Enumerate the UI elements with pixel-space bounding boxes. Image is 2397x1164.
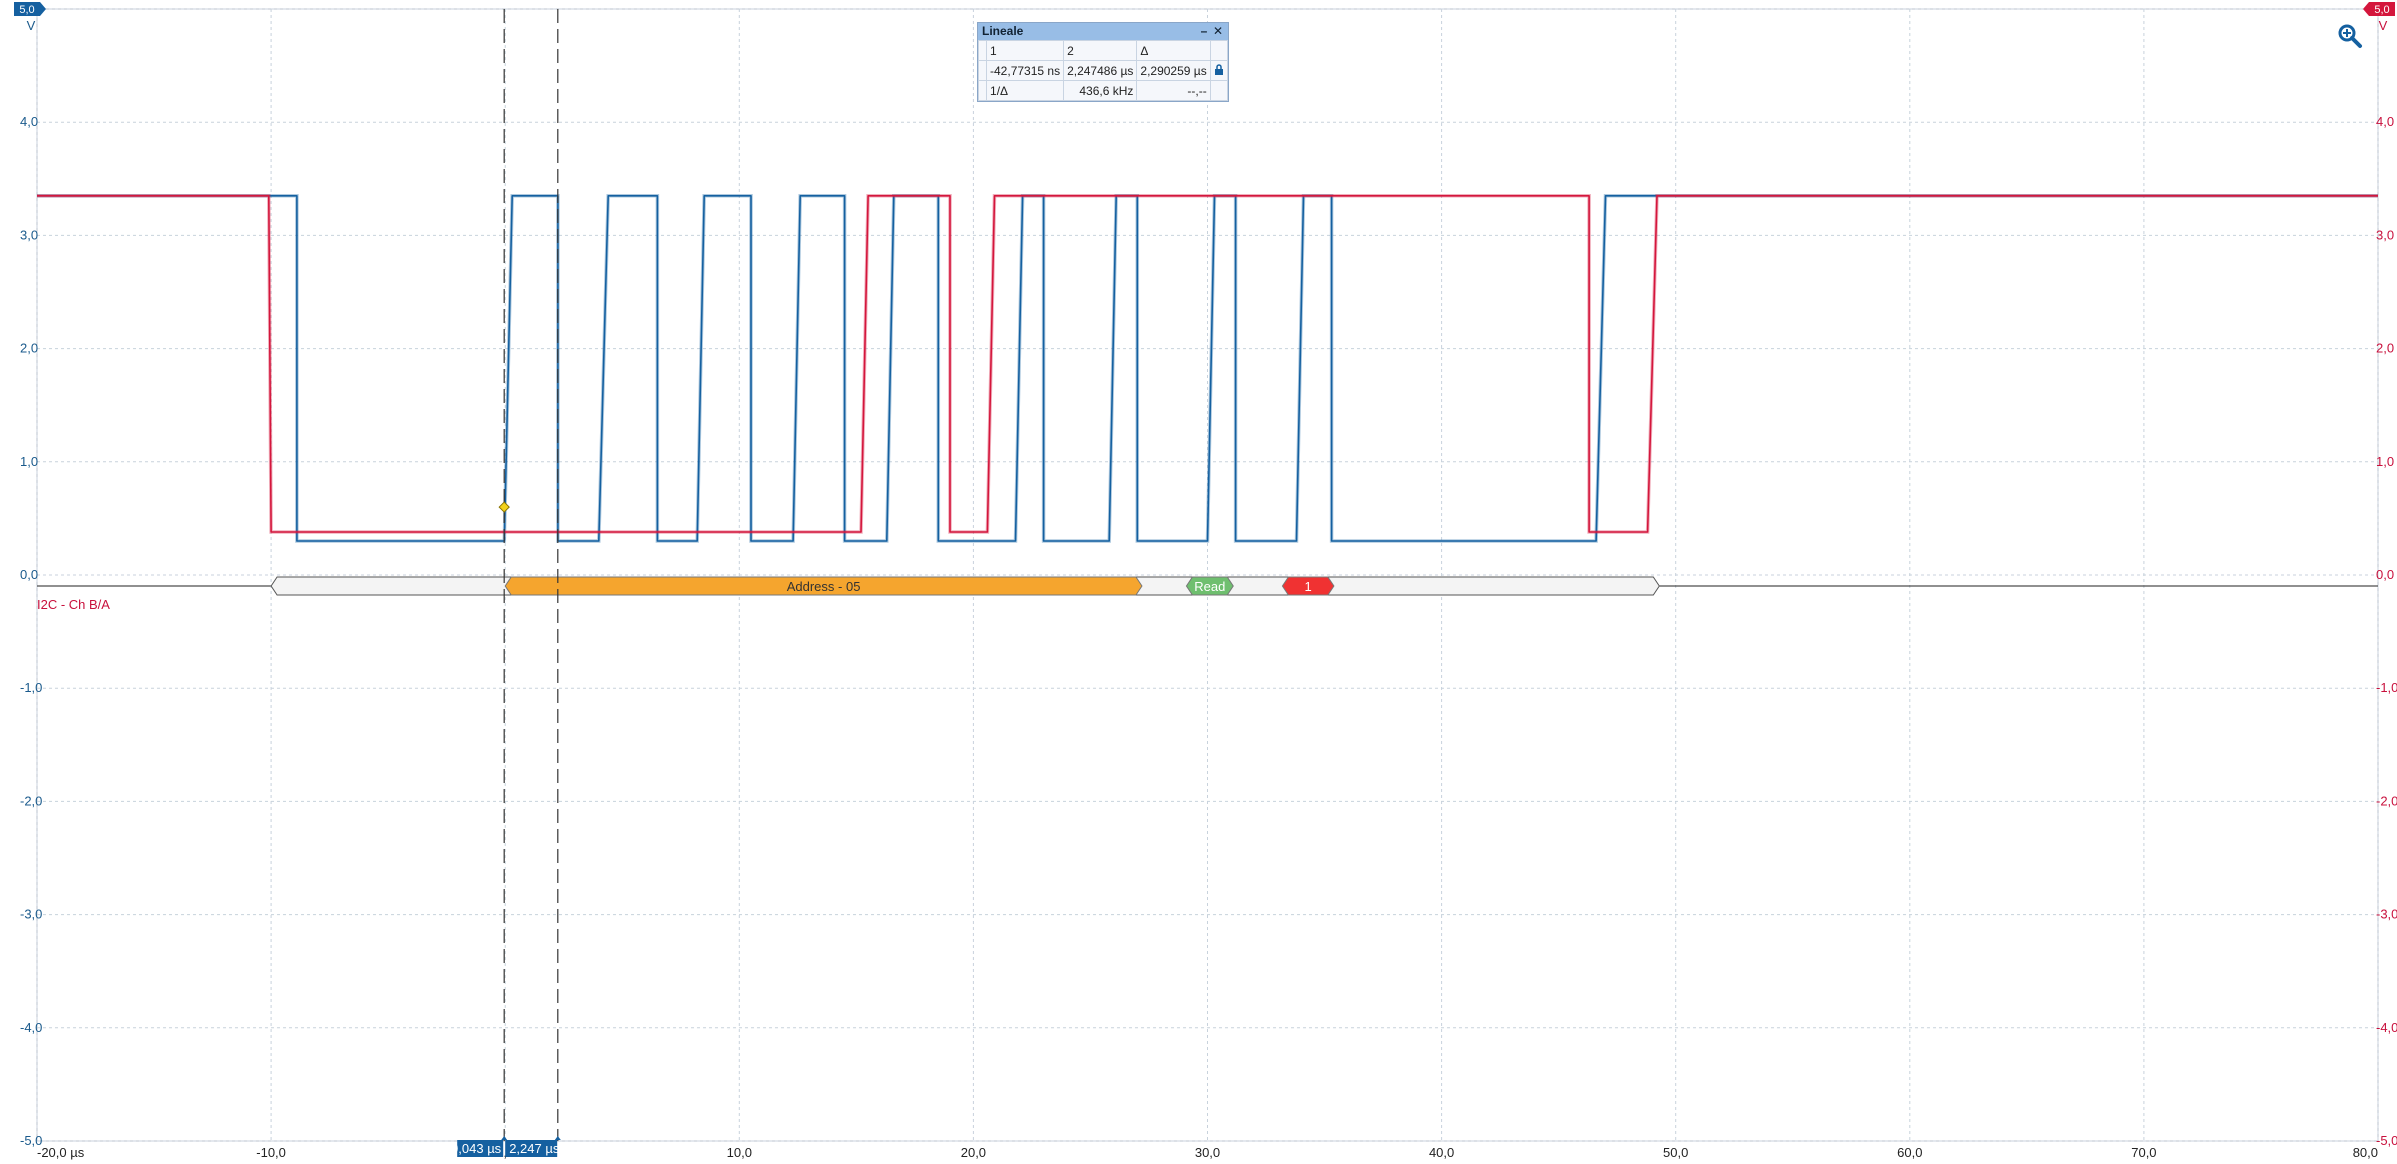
zoom-in-icon[interactable] xyxy=(2338,24,2362,48)
ruler-header-row: 1 2 Δ xyxy=(977,40,1229,61)
left-unit-label: V xyxy=(27,18,36,33)
right-unit-label: V xyxy=(2379,18,2388,33)
grid xyxy=(36,8,2379,1142)
y-tick-label-left: 2,0 xyxy=(20,341,38,356)
y-tick-label-right: 4,0 xyxy=(2376,114,2394,129)
ruler-time-row: -42,77315 ns 2,247486 µs 2,290259 µs xyxy=(977,60,1229,81)
ruler-col-delta: Δ xyxy=(1136,40,1211,61)
cursor-1-marker xyxy=(501,1136,508,1140)
ruler-freq-delta: --,-- xyxy=(1136,80,1211,101)
y-tick-label-right: 3,0 xyxy=(2376,227,2394,242)
ruler-value-2: 2,247486 µs xyxy=(1063,60,1138,81)
y-tick-label-right: 2,0 xyxy=(2376,341,2394,356)
ruler-panel[interactable]: Lineale – ✕ 1 2 Δ -42,77315 ns 2,247486 … xyxy=(977,22,1229,102)
y-tick-label-left: -4,0 xyxy=(20,1020,42,1035)
y-tick-label-right: 0,0 xyxy=(2376,567,2394,582)
ruler-col-2: 2 xyxy=(1063,40,1138,61)
ruler-value-delta: 2,290259 µs xyxy=(1136,60,1211,81)
y-tick-label-left: -3,0 xyxy=(20,907,42,922)
trigger-marker[interactable] xyxy=(498,501,510,513)
cursor-2-marker xyxy=(554,1136,561,1140)
y-tick-label-right: -1,0 xyxy=(2376,680,2397,695)
ruler-cell-empty xyxy=(977,40,988,61)
cursor-1-label: -0,043 µs xyxy=(447,1141,502,1156)
x-tick-label: 40,0 xyxy=(1429,1145,1454,1160)
y-tick-label-left: 3,0 xyxy=(20,227,38,242)
minimize-button[interactable]: – xyxy=(1198,23,1210,40)
x-tick-label: 50,0 xyxy=(1663,1145,1688,1160)
ruler-table: 1 2 Δ -42,77315 ns 2,247486 µs 2,290259 … xyxy=(977,40,1229,101)
ruler-col-1: 1 xyxy=(986,40,1065,61)
traces xyxy=(37,194,2378,543)
y-tick-label-right: -5,0 xyxy=(2376,1133,2397,1148)
axes: -20,0 µs-10,00,010,020,030,040,050,060,0… xyxy=(20,114,2397,1160)
decoder-packet-label: Address - 05 xyxy=(787,579,861,594)
ruler-cell-empty xyxy=(977,80,988,101)
x-tick-label: -10,0 xyxy=(256,1145,286,1160)
x-tick-label: 70,0 xyxy=(2131,1145,2156,1160)
y-tick-label-right: -4,0 xyxy=(2376,1020,2397,1035)
right-scale-badge[interactable]: 5,0 xyxy=(2363,2,2395,16)
y-tick-label-right: -3,0 xyxy=(2376,907,2397,922)
svg-text:5,0: 5,0 xyxy=(2374,4,2389,16)
x-tick-label: 30,0 xyxy=(1195,1145,1220,1160)
ruler-cell-empty xyxy=(1209,80,1229,101)
x-tick-label: 80,0 xyxy=(2353,1145,2378,1160)
scope-display[interactable]: -20,0 µs-10,00,010,020,030,040,050,060,0… xyxy=(0,0,2397,1164)
ruler-freq-label: 1/Δ xyxy=(986,80,1065,101)
decoder-packet-label: Read xyxy=(1194,579,1225,594)
y-tick-label-left: 1,0 xyxy=(20,454,38,469)
ruler-cell-empty xyxy=(1209,40,1229,61)
decoder-channel-label: I2C - Ch B/A xyxy=(37,597,110,612)
y-tick-label-left: 0,0 xyxy=(20,567,38,582)
y-tick-label-left: 4,0 xyxy=(20,114,38,129)
lock-icon[interactable] xyxy=(1209,60,1229,81)
x-tick-label: 10,0 xyxy=(727,1145,752,1160)
ruler-title: Lineale xyxy=(982,24,1024,38)
y-tick-label-right: -2,0 xyxy=(2376,793,2397,808)
i2c-decoder-track[interactable]: Address - 05 Read 1 xyxy=(37,576,2378,596)
decoder-packet-label: 1 xyxy=(1305,579,1312,594)
ruler-value-1: -42,77315 ns xyxy=(986,60,1065,81)
left-scale-badge[interactable]: 5,0 xyxy=(14,2,46,16)
x-tick-label: 20,0 xyxy=(961,1145,986,1160)
y-tick-label-left: -5,0 xyxy=(20,1133,42,1148)
y-tick-label-right: 1,0 xyxy=(2376,454,2394,469)
ruler-freq-row: 1/Δ 436,6 kHz --,-- xyxy=(977,80,1229,101)
close-button[interactable]: ✕ xyxy=(1211,23,1225,40)
x-tick-label: -20,0 µs xyxy=(37,1145,85,1160)
ruler-cell-empty xyxy=(977,60,988,81)
x-tick-label: 60,0 xyxy=(1897,1145,1922,1160)
ruler-freq-value: 436,6 kHz xyxy=(1063,80,1138,101)
y-tick-label-left: -2,0 xyxy=(20,793,42,808)
cursor-2-label: 2,247 µs xyxy=(509,1141,560,1156)
ruler-title-bar[interactable]: Lineale – ✕ xyxy=(978,23,1228,40)
svg-text:5,0: 5,0 xyxy=(19,4,34,16)
trace-channel-a-noise xyxy=(37,194,2378,543)
y-tick-label-left: -1,0 xyxy=(20,680,42,695)
